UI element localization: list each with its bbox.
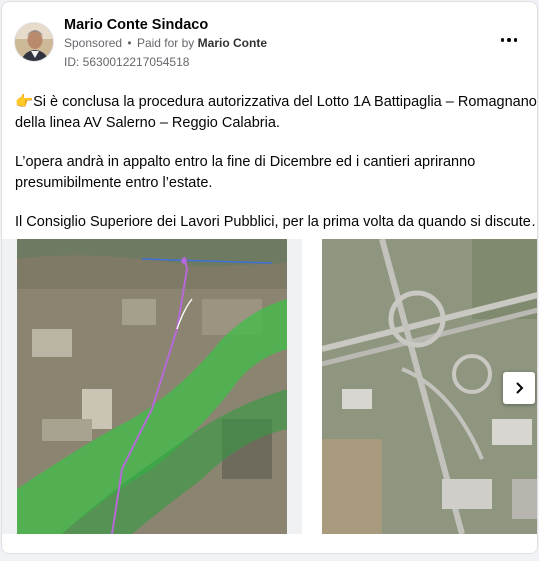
more-options-button[interactable] <box>495 28 523 52</box>
pointing-hand-emoji: 👉 <box>15 94 34 110</box>
paid-for-prefix: Paid for by <box>136 36 195 50</box>
sponsored-label: Sponsored <box>64 36 123 50</box>
ad-id: ID: 5630012217054518 <box>64 55 190 69</box>
more-horizontal-icon <box>500 38 505 42</box>
author-avatar[interactable] <box>14 22 54 62</box>
image-carousel[interactable] <box>2 239 537 539</box>
post-paragraph: 👉Si è conclusa la procedura autorizzativ… <box>15 94 537 131</box>
sponsored-post-card: Mario Conte Sindaco Sponsored • Paid for… <box>1 1 538 554</box>
sponsored-meta: Sponsored • Paid for by Mario Conte <box>64 36 267 50</box>
post-text: 👉Si è conclusa la procedura autorizzativ… <box>15 92 537 251</box>
post-paragraph: L’opera andrà in appalto entro la fine d… <box>15 154 476 191</box>
chevron-right-icon <box>516 382 524 394</box>
post-header: Mario Conte Sindaco Sponsored • Paid for… <box>14 14 525 72</box>
post-paragraph[interactable]: Il Consiglio Superiore dei Lavori Pubbli… <box>15 212 537 233</box>
meta-separator: • <box>127 36 132 50</box>
post-footer-space <box>2 539 537 553</box>
carousel-next-button[interactable] <box>503 372 535 404</box>
map-route-image[interactable] <box>2 239 302 534</box>
paid-for-name[interactable]: Mario Conte <box>198 36 267 50</box>
author-name[interactable]: Mario Conte Sindaco <box>64 17 208 33</box>
